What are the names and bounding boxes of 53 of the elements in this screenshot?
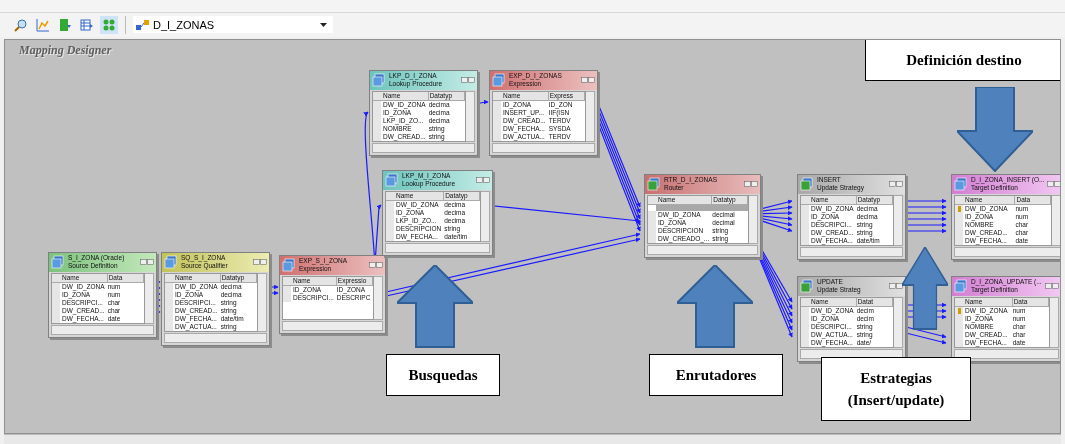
stack-icon bbox=[385, 173, 399, 188]
callout-label: Estrategias (Insert/update) bbox=[821, 356, 971, 421]
window-controls-icon[interactable] bbox=[476, 177, 491, 184]
scrollbar[interactable] bbox=[51, 324, 154, 335]
scrollbar[interactable] bbox=[164, 332, 267, 343]
window-controls-icon[interactable] bbox=[1044, 283, 1059, 290]
window-controls-icon[interactable] bbox=[1047, 181, 1060, 188]
stack-icon bbox=[954, 279, 968, 294]
stack-icon bbox=[647, 177, 661, 192]
stack-icon bbox=[492, 73, 506, 88]
stack-icon bbox=[164, 255, 178, 270]
callout-label: Definición destino bbox=[865, 39, 1060, 81]
caret-icon bbox=[320, 22, 327, 27]
window-controls-icon[interactable] bbox=[252, 259, 267, 266]
nodes-icon[interactable] bbox=[100, 15, 118, 34]
scrollbar[interactable] bbox=[4, 434, 1061, 444]
mapping-icon bbox=[136, 18, 150, 31]
scrollbar[interactable] bbox=[893, 194, 903, 246]
scrollbar[interactable] bbox=[585, 90, 595, 142]
scrollbar[interactable] bbox=[481, 190, 491, 242]
scrollbar[interactable] bbox=[282, 320, 383, 331]
scrollbar[interactable] bbox=[800, 246, 903, 257]
stack-icon bbox=[954, 177, 968, 192]
scrollbar[interactable] bbox=[954, 348, 1059, 359]
window-controls-icon[interactable] bbox=[744, 181, 759, 188]
scrollbar[interactable] bbox=[954, 246, 1060, 257]
scrollbar[interactable] bbox=[257, 272, 267, 332]
window-controls-icon[interactable] bbox=[460, 77, 475, 84]
stack-icon bbox=[372, 73, 386, 88]
scrollbar[interactable] bbox=[1049, 296, 1059, 348]
window-controls-icon[interactable] bbox=[368, 262, 383, 269]
scrollbar[interactable] bbox=[893, 296, 903, 348]
scrollbar[interactable] bbox=[372, 142, 475, 153]
scrollbar[interactable] bbox=[647, 244, 759, 255]
canvas-title: Mapping Designer bbox=[19, 42, 112, 58]
mapping-dropdown[interactable]: D_I_ZONAS bbox=[133, 16, 333, 34]
stack-icon bbox=[800, 177, 814, 192]
window-controls-icon[interactable] bbox=[139, 259, 154, 266]
scrollbar[interactable] bbox=[144, 272, 154, 324]
window-controls-icon[interactable] bbox=[888, 181, 903, 188]
scrollbar[interactable] bbox=[492, 142, 595, 153]
stack-icon bbox=[800, 279, 814, 294]
scrollbar[interactable] bbox=[373, 275, 383, 320]
stack-icon bbox=[282, 258, 296, 273]
window-controls-icon[interactable] bbox=[888, 283, 903, 290]
callout-label: Enrutadores bbox=[649, 353, 783, 396]
stack-icon bbox=[51, 255, 65, 270]
callout-label: Busquedas bbox=[386, 353, 500, 396]
scrollbar[interactable] bbox=[749, 194, 759, 244]
scrollbar[interactable] bbox=[385, 242, 491, 253]
scrollbar[interactable] bbox=[465, 90, 475, 142]
window-controls-icon[interactable] bbox=[580, 77, 595, 84]
scrollbar[interactable] bbox=[1052, 194, 1060, 246]
